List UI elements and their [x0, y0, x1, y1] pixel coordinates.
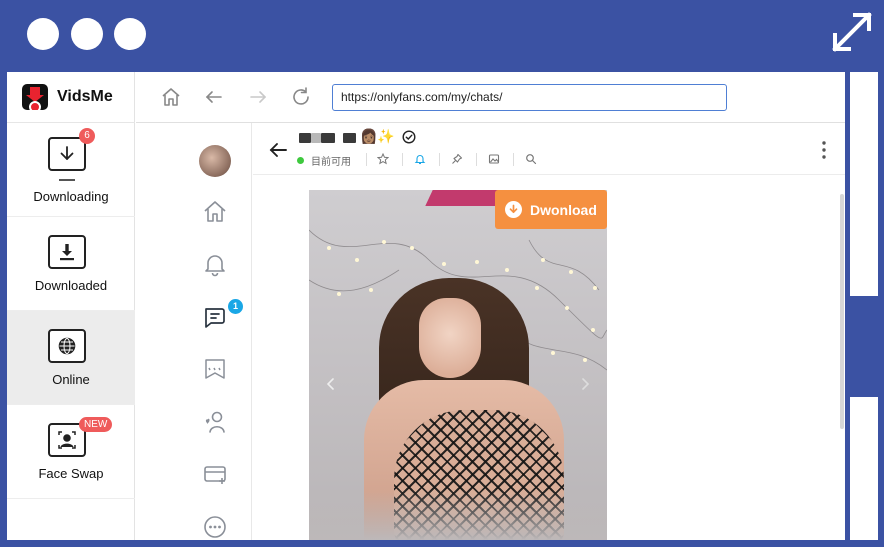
user-avatar[interactable] [199, 145, 231, 177]
chat-back-icon[interactable] [267, 139, 289, 161]
expand-icon[interactable] [831, 11, 873, 53]
home-button[interactable] [160, 86, 182, 108]
search-icon[interactable] [524, 152, 538, 166]
reload-icon [293, 87, 309, 105]
url-input[interactable]: https://onlyfans.com/my/chats/ [332, 84, 727, 111]
window-dot-2[interactable] [71, 18, 103, 50]
chat-scrollbar[interactable] [840, 194, 844, 429]
image-icon[interactable] [487, 152, 501, 166]
sidebar-item-label: Downloading [33, 189, 109, 204]
more-vertical-icon[interactable] [821, 140, 827, 160]
right-strip-bottom [850, 397, 878, 540]
chat-panel: 👩🏽✨ 目前可用 [253, 123, 845, 540]
rail-add-card-icon[interactable] [200, 459, 230, 489]
app-name: VidsMe [57, 88, 113, 105]
forward-button[interactable] [247, 86, 269, 108]
downloading-progress-line [59, 179, 75, 181]
download-button-label: Dwonload [530, 201, 597, 218]
next-photo-icon[interactable] [577, 376, 593, 392]
chat-name-redacted [321, 133, 335, 143]
rail-subscriptions-icon[interactable] [200, 407, 230, 437]
sidebar-item-face-swap[interactable]: NEW Face Swap [7, 405, 135, 499]
app-sidebar: VidsMe 6 Downloading Downloaded Online N… [7, 72, 135, 540]
rail-bell-icon[interactable] [200, 249, 230, 279]
chat-header: 👩🏽✨ 目前可用 [253, 123, 845, 175]
app-window: VidsMe 6 Downloading Downloaded Online N… [7, 72, 845, 540]
chat-status-text: 目前可用 [311, 157, 351, 168]
download-arrow-icon [505, 201, 522, 218]
sidebar-item-label: Online [52, 372, 90, 387]
downloaded-icon [48, 235, 86, 269]
divider [439, 153, 440, 166]
rail-home-icon[interactable] [200, 197, 230, 227]
sidebar-item-label: Downloaded [34, 278, 108, 293]
download-icon [48, 137, 86, 171]
reload-button[interactable] [290, 86, 312, 108]
sidebar-item-label: Face Swap [38, 466, 104, 481]
chat-name-redacted [343, 133, 356, 143]
sidebar-item-downloading[interactable]: 6 Downloading [7, 123, 135, 217]
rail-messages-icon[interactable] [200, 302, 230, 332]
globe-icon [48, 329, 86, 363]
arrow-left-icon [205, 91, 222, 103]
chat-name-emoji: 👩🏽✨ [360, 128, 395, 144]
star-icon[interactable] [376, 152, 390, 166]
arrow-right-icon [250, 91, 267, 103]
home-icon [162, 88, 180, 106]
window-dot-3[interactable] [114, 18, 146, 50]
face-swap-new-badge: NEW [79, 417, 113, 432]
sidebar-item-online[interactable]: Online [7, 311, 135, 405]
site-nav-rail: 1 [136, 123, 252, 540]
brand: VidsMe [7, 72, 135, 123]
pin-icon[interactable] [450, 152, 464, 166]
vidsme-logo-icon [22, 84, 48, 110]
online-status-dot [297, 157, 304, 164]
rail-collections-icon[interactable] [200, 354, 230, 384]
messages-count-badge: 1 [228, 299, 243, 314]
divider [476, 153, 477, 166]
browser-toolbar: https://onlyfans.com/my/chats/ [136, 72, 845, 123]
divider [513, 153, 514, 166]
rail-more-icon[interactable] [200, 512, 230, 540]
download-button[interactable]: Dwonload [495, 190, 607, 229]
bell-icon[interactable] [413, 152, 427, 166]
chat-name-redacted [311, 133, 321, 143]
sidebar-item-downloaded[interactable]: Downloaded [7, 217, 135, 311]
chat-media-photo[interactable] [309, 190, 607, 540]
verified-icon [402, 130, 416, 144]
downloading-count-badge: 6 [79, 128, 95, 144]
previous-photo-icon[interactable] [323, 376, 339, 392]
back-button[interactable] [203, 86, 225, 108]
window-dot-1[interactable] [27, 18, 59, 50]
divider [402, 153, 403, 166]
divider [366, 153, 367, 166]
chat-name-redacted [299, 133, 311, 143]
right-strip-top [850, 72, 878, 296]
